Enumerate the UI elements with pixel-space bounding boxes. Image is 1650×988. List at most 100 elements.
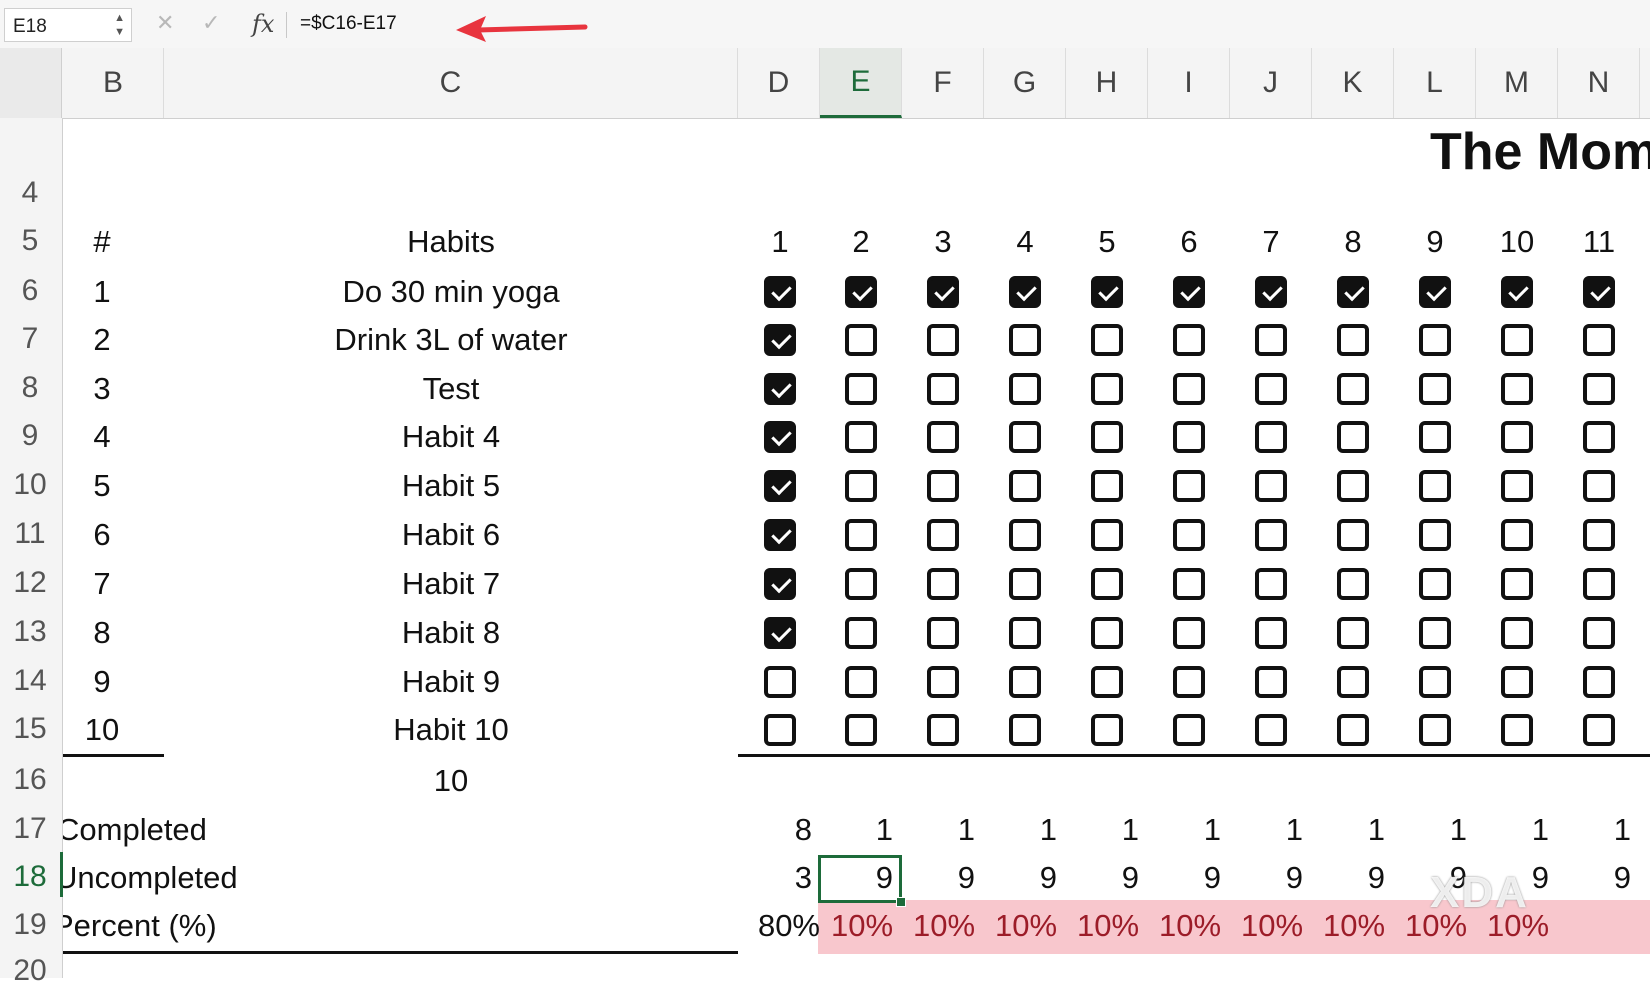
unchecked-checkbox[interactable] [1009, 617, 1041, 649]
unchecked-checkbox[interactable] [1173, 324, 1205, 356]
unchecked-checkbox[interactable] [927, 714, 959, 746]
unchecked-checkbox[interactable] [845, 373, 877, 405]
unchecked-checkbox[interactable] [1091, 714, 1123, 746]
row-header-14[interactable]: 14 [0, 664, 60, 698]
unchecked-checkbox[interactable] [1419, 568, 1451, 600]
unchecked-checkbox[interactable] [1009, 470, 1041, 502]
unchecked-checkbox[interactable] [1501, 519, 1533, 551]
select-all-corner[interactable] [0, 48, 62, 118]
unchecked-checkbox[interactable] [1091, 470, 1123, 502]
unchecked-checkbox[interactable] [1583, 617, 1615, 649]
column-header-l[interactable]: L [1394, 48, 1476, 118]
column-header-k[interactable]: K [1312, 48, 1394, 118]
unchecked-checkbox[interactable] [764, 666, 796, 698]
unchecked-checkbox[interactable] [1173, 470, 1205, 502]
checked-checkbox[interactable] [764, 373, 796, 405]
column-header-n[interactable]: N [1558, 48, 1640, 118]
checked-checkbox[interactable] [1337, 276, 1369, 308]
unchecked-checkbox[interactable] [1255, 421, 1287, 453]
unchecked-checkbox[interactable] [1091, 324, 1123, 356]
fill-handle[interactable] [896, 897, 906, 907]
unchecked-checkbox[interactable] [1419, 617, 1451, 649]
insert-function-icon[interactable]: fx [252, 10, 274, 38]
row-header-5[interactable]: 5 [0, 224, 60, 258]
checked-checkbox[interactable] [845, 276, 877, 308]
unchecked-checkbox[interactable] [1419, 519, 1451, 551]
formula-input[interactable]: =$C16-E17 [300, 13, 397, 35]
unchecked-checkbox[interactable] [1583, 714, 1615, 746]
unchecked-checkbox[interactable] [927, 666, 959, 698]
unchecked-checkbox[interactable] [927, 373, 959, 405]
unchecked-checkbox[interactable] [1337, 421, 1369, 453]
unchecked-checkbox[interactable] [1337, 666, 1369, 698]
unchecked-checkbox[interactable] [1501, 470, 1533, 502]
checked-checkbox[interactable] [764, 568, 796, 600]
column-header-d[interactable]: D [738, 48, 820, 118]
row-header-20[interactable]: 20 [0, 954, 60, 988]
column-header-f[interactable]: F [902, 48, 984, 118]
row-header-13[interactable]: 13 [0, 615, 60, 649]
unchecked-checkbox[interactable] [1337, 568, 1369, 600]
row-header-8[interactable]: 8 [0, 371, 60, 405]
unchecked-checkbox[interactable] [1501, 666, 1533, 698]
column-header-b[interactable]: B [63, 48, 164, 118]
selected-cell-outline[interactable] [818, 855, 902, 903]
cancel-icon[interactable]: ✕ [156, 10, 174, 36]
unchecked-checkbox[interactable] [927, 568, 959, 600]
unchecked-checkbox[interactable] [1009, 373, 1041, 405]
unchecked-checkbox[interactable] [1583, 568, 1615, 600]
row-header-15[interactable]: 15 [0, 712, 60, 746]
column-header-g[interactable]: G [984, 48, 1066, 118]
unchecked-checkbox[interactable] [1173, 666, 1205, 698]
unchecked-checkbox[interactable] [1419, 324, 1451, 356]
row-header-10[interactable]: 10 [0, 468, 60, 502]
checked-checkbox[interactable] [764, 421, 796, 453]
checked-checkbox[interactable] [1501, 276, 1533, 308]
unchecked-checkbox[interactable] [1583, 519, 1615, 551]
unchecked-checkbox[interactable] [1501, 324, 1533, 356]
unchecked-checkbox[interactable] [927, 324, 959, 356]
unchecked-checkbox[interactable] [1009, 519, 1041, 551]
unchecked-checkbox[interactable] [1501, 568, 1533, 600]
unchecked-checkbox[interactable] [1337, 324, 1369, 356]
checked-checkbox[interactable] [764, 324, 796, 356]
column-header-i[interactable]: I [1148, 48, 1230, 118]
confirm-icon[interactable]: ✓ [202, 10, 220, 36]
row-header-7[interactable]: 7 [0, 322, 60, 356]
unchecked-checkbox[interactable] [1009, 421, 1041, 453]
unchecked-checkbox[interactable] [845, 666, 877, 698]
checked-checkbox[interactable] [1255, 276, 1287, 308]
unchecked-checkbox[interactable] [1419, 470, 1451, 502]
unchecked-checkbox[interactable] [1173, 714, 1205, 746]
unchecked-checkbox[interactable] [1255, 470, 1287, 502]
unchecked-checkbox[interactable] [1009, 714, 1041, 746]
unchecked-checkbox[interactable] [1583, 666, 1615, 698]
unchecked-checkbox[interactable] [1091, 617, 1123, 649]
unchecked-checkbox[interactable] [927, 421, 959, 453]
unchecked-checkbox[interactable] [1091, 373, 1123, 405]
row-header-11[interactable]: 11 [0, 517, 60, 551]
column-header-c[interactable]: C [164, 48, 738, 118]
unchecked-checkbox[interactable] [1255, 568, 1287, 600]
checked-checkbox[interactable] [764, 519, 796, 551]
name-box-stepper-icon[interactable]: ▲ ▼ [114, 11, 125, 39]
column-header-e[interactable]: E [820, 48, 902, 118]
unchecked-checkbox[interactable] [1173, 421, 1205, 453]
unchecked-checkbox[interactable] [1337, 470, 1369, 502]
unchecked-checkbox[interactable] [764, 714, 796, 746]
unchecked-checkbox[interactable] [845, 568, 877, 600]
unchecked-checkbox[interactable] [1255, 714, 1287, 746]
unchecked-checkbox[interactable] [1583, 324, 1615, 356]
unchecked-checkbox[interactable] [845, 470, 877, 502]
unchecked-checkbox[interactable] [1419, 373, 1451, 405]
column-header-j[interactable]: J [1230, 48, 1312, 118]
checked-checkbox[interactable] [1091, 276, 1123, 308]
unchecked-checkbox[interactable] [1501, 421, 1533, 453]
column-header-m[interactable]: M [1476, 48, 1558, 118]
unchecked-checkbox[interactable] [927, 470, 959, 502]
unchecked-checkbox[interactable] [1173, 519, 1205, 551]
unchecked-checkbox[interactable] [1255, 324, 1287, 356]
unchecked-checkbox[interactable] [1583, 470, 1615, 502]
unchecked-checkbox[interactable] [845, 324, 877, 356]
unchecked-checkbox[interactable] [1255, 617, 1287, 649]
